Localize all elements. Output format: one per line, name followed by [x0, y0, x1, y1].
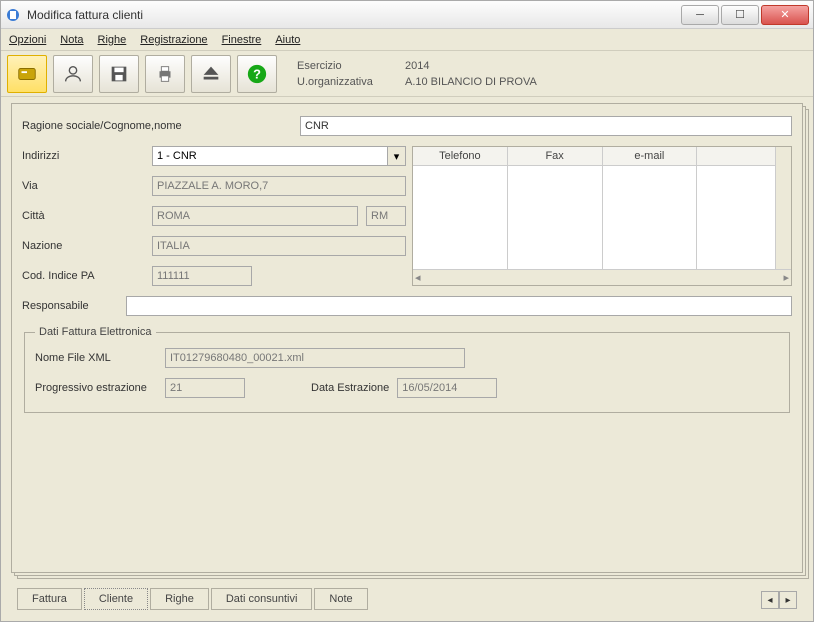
- header-info: Esercizio 2014 U.organizzativa A.10 BILA…: [297, 60, 537, 88]
- titlebar: Modifica fattura clienti ─ ☐ ✕: [1, 1, 813, 29]
- svg-text:?: ?: [253, 66, 261, 81]
- nome-file-xml-label: Nome File XML: [35, 352, 157, 364]
- user-icon: [62, 63, 84, 85]
- dati-fattura-elettronica-fieldset: Dati Fattura Elettronica Nome File XML P…: [24, 326, 790, 413]
- indirizzi-dropdown[interactable]: 1 - CNR ▾: [152, 146, 406, 166]
- tab-cliente[interactable]: Cliente: [84, 588, 148, 610]
- print-icon: [154, 63, 176, 85]
- eject-icon: [200, 63, 222, 85]
- menu-nota[interactable]: Nota: [60, 34, 83, 46]
- toolbar-save-button[interactable]: [99, 55, 139, 93]
- tab-note[interactable]: Note: [314, 588, 367, 610]
- tab-scroll-right[interactable]: ▸: [779, 591, 797, 609]
- progressivo-field: [165, 378, 245, 398]
- col-fax[interactable]: Fax: [508, 147, 603, 165]
- data-estrazione-label: Data Estrazione: [311, 382, 389, 394]
- citta-field: [152, 206, 358, 226]
- esercizio-label: Esercizio: [297, 60, 397, 72]
- nome-file-xml-field: [165, 348, 465, 368]
- indirizzi-value: 1 - CNR: [153, 150, 387, 162]
- uo-label: U.organizzativa: [297, 76, 397, 88]
- menubar: Opzioni Nota Righe Registrazione Finestr…: [1, 29, 813, 51]
- maximize-button[interactable]: ☐: [721, 5, 759, 25]
- nazione-field: [152, 236, 406, 256]
- menu-opzioni[interactable]: Opzioni: [9, 34, 46, 46]
- vertical-scrollbar[interactable]: [775, 147, 791, 269]
- toolbar: ? Esercizio 2014 U.organizzativa A.10 BI…: [1, 51, 813, 97]
- toolbar-print-button[interactable]: [145, 55, 185, 93]
- save-icon: [108, 63, 130, 85]
- ragione-sociale-field[interactable]: [300, 116, 792, 136]
- progressivo-label: Progressivo estrazione: [35, 382, 157, 394]
- toolbar-export-button[interactable]: [191, 55, 231, 93]
- menu-righe[interactable]: Righe: [98, 34, 127, 46]
- horizontal-scrollbar[interactable]: ◂▸: [413, 269, 791, 285]
- tab-righe[interactable]: Righe: [150, 588, 209, 610]
- menu-aiuto[interactable]: Aiuto: [275, 34, 300, 46]
- responsabile-field[interactable]: [126, 296, 792, 316]
- chevron-down-icon[interactable]: ▾: [387, 147, 405, 165]
- tab-fattura[interactable]: Fattura: [17, 588, 82, 610]
- card-icon: [16, 63, 38, 85]
- window-title: Modifica fattura clienti: [27, 8, 681, 22]
- responsabile-label: Responsabile: [22, 300, 118, 312]
- col-email[interactable]: e-mail: [603, 147, 698, 165]
- cell-email[interactable]: [603, 166, 698, 285]
- toolbar-primary-button[interactable]: [7, 55, 47, 93]
- tab-scroll-left[interactable]: ◂: [761, 591, 779, 609]
- cod-indice-pa-label: Cod. Indice PA: [22, 270, 144, 282]
- help-icon: ?: [246, 63, 268, 85]
- close-button[interactable]: ✕: [761, 5, 809, 25]
- bottom-tabs: Fattura Cliente Righe Dati consuntivi No…: [17, 587, 368, 609]
- toolbar-user-button[interactable]: [53, 55, 93, 93]
- tab-dati-consuntivi[interactable]: Dati consuntivi: [211, 588, 313, 610]
- cell-telefono[interactable]: [413, 166, 508, 285]
- efatt-legend: Dati Fattura Elettronica: [35, 326, 156, 338]
- app-icon: [5, 7, 21, 23]
- cell-fax[interactable]: [508, 166, 603, 285]
- minimize-button[interactable]: ─: [681, 5, 719, 25]
- cod-indice-pa-field: [152, 266, 252, 286]
- via-field: [152, 176, 406, 196]
- toolbar-help-button[interactable]: ?: [237, 55, 277, 93]
- uo-value: A.10 BILANCIO DI PROVA: [405, 76, 537, 88]
- main-panel: Ragione sociale/Cognome,nome Indirizzi 1…: [11, 103, 803, 573]
- citta-label: Città: [22, 210, 144, 222]
- menu-finestre[interactable]: Finestre: [222, 34, 262, 46]
- nazione-label: Nazione: [22, 240, 144, 252]
- esercizio-value: 2014: [405, 60, 537, 72]
- provincia-field: [366, 206, 406, 226]
- via-label: Via: [22, 180, 144, 192]
- col-telefono[interactable]: Telefono: [413, 147, 508, 165]
- data-estrazione-field: [397, 378, 497, 398]
- menu-registrazione[interactable]: Registrazione: [140, 34, 207, 46]
- ragione-sociale-label: Ragione sociale/Cognome,nome: [22, 120, 292, 132]
- contact-grid[interactable]: Telefono Fax e-mail ◂▸: [412, 146, 792, 286]
- indirizzi-label: Indirizzi: [22, 150, 144, 162]
